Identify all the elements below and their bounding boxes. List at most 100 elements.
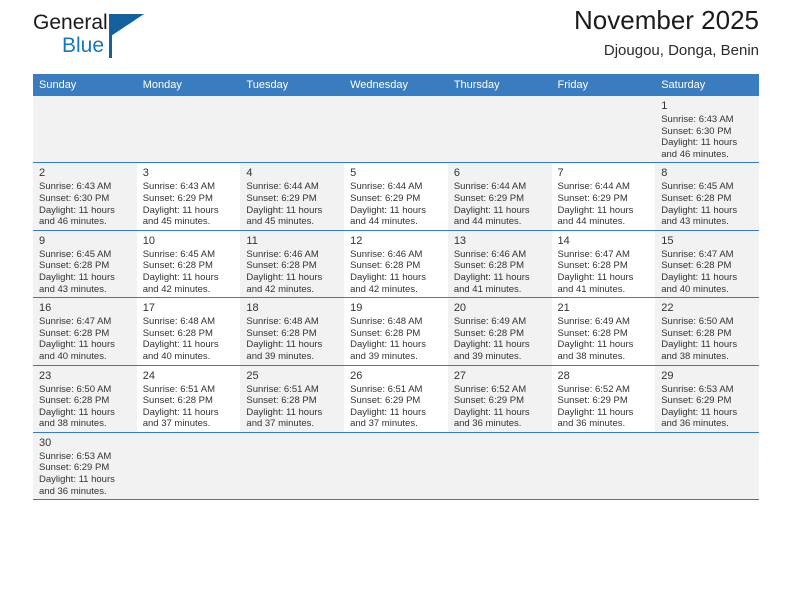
calendar-week-row: 30 Sunrise: 6:53 AM Sunset: 6:29 PM Dayligh… [33,432,759,501]
day-cell[interactable]: 29 Sunrise: 6:53 AM Sunset: 6:29 PM Dayligh… [655,365,759,432]
day-cell[interactable]: 3 Sunrise: 6:43 AM Sunset: 6:29 PM Daylight… [137,163,241,229]
sunrise-text: Sunrise: 6:46 AM [453,248,527,260]
daylight-text-line1: Daylight: 11 hours [142,339,219,351]
day-cell[interactable]: 7 Sunrise: 6:44 AM Sunset: 6:29 PM Daylight… [552,163,656,229]
day-cell[interactable]: 5 Sunrise: 6:44 AM Sunset: 6:29 PM Daylight… [344,163,448,229]
day-cell[interactable]: 30 Sunrise: 6:53 AM Sunset: 6:29 PM Dayligh… [33,432,137,500]
daylight-text-line2: and 41 minutes. [453,283,522,295]
day-cell[interactable]: 6 Sunrise: 6:44 AM Sunset: 6:29 PM Daylight… [447,163,552,230]
day-cell[interactable]: 16 Sunrise: 6:47 AM Sunset: 6:28 PM Dayligh… [33,298,137,365]
daylight-text-line2: and 39 minutes. [453,350,522,362]
day-cell[interactable]: 27 Sunrise: 6:52 AM Sunset: 6:29 PM Dayligh… [447,365,552,432]
calendar-header-row: Sunday Monday Tuesday Wednesday Thursday Frid… [33,74,759,96]
day-cell[interactable]: 4 Sunrise: 6:44 AM Sunset: 6:29 PM Daylight… [240,163,345,230]
sunrise-text: Sunrise: 6:45 AM [142,248,216,260]
calendar-cell [447,96,552,164]
day-number: 20 [453,302,467,315]
day-number: 9 [39,234,46,247]
calendar-week-row: 23 Sunrise: 6:50 AM Sunset: 6:28 PM Dayligh… [33,365,759,433]
daylight-text-line1: Daylight: 11 hours [557,339,634,351]
day-cell[interactable]: 24 Sunrise: 6:51 AM Sunset: 6:28 PM Dayligh… [137,366,241,432]
day-cell[interactable]: 14 Sunrise: 6:47 AM Sunset: 6:28 PM Dayligh… [552,231,656,297]
daylight-text-line2: and 40 minutes. [39,350,107,362]
daylight-text-line2: and 36 minutes. [39,485,107,497]
day-number: 14 [557,234,570,247]
day-sun-info: Sunrise: 6:45 AM Sunset: 6:28 PM Daylight:… [661,181,753,227]
day-cell[interactable]: 10 Sunrise: 6:45 AM Sunset: 6:28 PM Dayligh… [137,231,241,297]
day-cell[interactable]: 20 Sunrise: 6:49 AM Sunset: 6:28 PM Dayligh… [447,298,552,365]
daylight-text-line1: Daylight: 11 hours [39,474,115,486]
calendar-cell: 21 Sunrise: 6:49 AM Sunset: 6:28 PM Dayligh… [551,297,656,366]
day-number: 19 [350,302,363,315]
day-cell[interactable]: 1 Sunrise: 6:43 AM Sunset: 6:30 PM Daylight… [655,96,759,163]
calendar-week-row: 9 Sunrise: 6:45 AM Sunset: 6:28 PM Daylight… [33,230,759,299]
day-number: 25 [246,369,259,382]
day-number: 27 [453,369,467,382]
day-cell[interactable]: 9 Sunrise: 6:45 AM Sunset: 6:28 PM Daylight… [33,230,137,298]
sunrise-text: Sunrise: 6:52 AM [557,383,630,395]
day-cell[interactable]: 23 Sunrise: 6:50 AM Sunset: 6:28 PM Dayligh… [33,365,137,432]
day-cell[interactable]: 17 Sunrise: 6:48 AM Sunset: 6:28 PM Dayligh… [137,298,241,364]
day-cell[interactable]: 11 Sunrise: 6:46 AM Sunset: 6:28 PM Dayligh… [240,230,345,298]
sunset-text: Sunset: 6:29 PM [453,192,525,204]
sunset-text: Sunset: 6:28 PM [453,327,525,339]
weekday-header-saturday: Saturday [655,74,759,96]
day-sun-info: Sunrise: 6:46 AM Sunset: 6:28 PM Daylight:… [246,249,338,295]
calendar-cell: 22 Sunrise: 6:50 AM Sunset: 6:28 PM Dayligh… [655,297,759,366]
day-cell[interactable]: 2 Sunrise: 6:43 AM Sunset: 6:30 PM Daylight… [33,163,137,230]
day-number: 15 [661,234,674,247]
day-cell[interactable]: 18 Sunrise: 6:48 AM Sunset: 6:28 PM Dayligh… [240,298,345,365]
general-blue-logo[interactable]: General Blue [33,12,183,64]
calendar-cell: 30 Sunrise: 6:53 AM Sunset: 6:29 PM Dayligh… [33,432,137,501]
day-number: 17 [142,302,155,315]
day-number: 16 [39,302,52,315]
day-cell[interactable]: 19 Sunrise: 6:48 AM Sunset: 6:28 PM Dayligh… [344,298,448,364]
day-cell[interactable]: 28 Sunrise: 6:52 AM Sunset: 6:29 PM Dayligh… [552,366,656,432]
day-sun-info: Sunrise: 6:53 AM Sunset: 6:29 PM Daylight:… [39,451,131,497]
sunrise-text: Sunrise: 6:48 AM [142,316,216,328]
day-cell[interactable]: 12 Sunrise: 6:46 AM Sunset: 6:28 PM Dayligh… [344,231,448,297]
day-number: 10 [142,234,155,247]
day-sun-info: Sunrise: 6:44 AM Sunset: 6:29 PM Daylight:… [454,181,546,227]
daylight-text-line1: Daylight: 11 hours [661,204,738,216]
daylight-text-line2: and 36 minutes. [453,418,522,430]
day-cell[interactable]: 21 Sunrise: 6:49 AM Sunset: 6:28 PM Dayligh… [552,298,656,364]
sunset-text: Sunset: 6:28 PM [246,327,317,339]
calendar-cell: 12 Sunrise: 6:46 AM Sunset: 6:28 PM Dayligh… [344,230,448,299]
daylight-text-line1: Daylight: 11 hours [557,204,634,216]
day-number: 5 [350,167,357,180]
daylight-text-line2: and 38 minutes. [661,350,729,362]
day-cell[interactable]: 22 Sunrise: 6:50 AM Sunset: 6:28 PM Dayligh… [655,298,759,365]
sunrise-text: Sunrise: 6:53 AM [661,383,734,395]
weekday-header-thursday: Thursday [447,74,552,96]
daylight-text-line2: and 43 minutes. [39,283,107,295]
empty-day-cell [136,96,241,163]
weekday-header-sunday: Sunday [33,74,137,96]
day-number: 21 [557,302,570,315]
day-number: 26 [350,369,363,382]
sunset-text: Sunset: 6:29 PM [350,192,421,204]
daylight-text-line1: Daylight: 11 hours [350,271,426,283]
sunrise-text: Sunrise: 6:46 AM [246,248,319,260]
sunrise-text: Sunrise: 6:43 AM [39,181,112,193]
day-number: 30 [39,436,52,449]
day-cell[interactable]: 15 Sunrise: 6:47 AM Sunset: 6:28 PM Dayligh… [655,230,759,298]
flag-triangle-icon [111,14,144,36]
daylight-text-line1: Daylight: 11 hours [246,204,323,216]
sunset-text: Sunset: 6:29 PM [557,192,628,204]
sunset-text: Sunset: 6:29 PM [661,395,732,407]
day-cell[interactable]: 13 Sunrise: 6:46 AM Sunset: 6:28 PM Dayligh… [447,230,552,298]
sunset-text: Sunset: 6:28 PM [453,260,525,272]
sunrise-text: Sunrise: 6:44 AM [557,181,630,193]
day-cell[interactable]: 8 Sunrise: 6:45 AM Sunset: 6:28 PM Daylight… [655,163,759,230]
day-sun-info: Sunrise: 6:51 AM Sunset: 6:28 PM Daylight:… [246,384,338,430]
daylight-text-line2: and 40 minutes. [661,283,729,295]
day-sun-info: Sunrise: 6:47 AM Sunset: 6:28 PM Daylight:… [558,249,650,295]
day-cell[interactable]: 25 Sunrise: 6:51 AM Sunset: 6:28 PM Dayligh… [240,365,345,432]
calendar-cell: 6 Sunrise: 6:44 AM Sunset: 6:29 PM Daylight… [447,162,552,231]
weekday-header-monday: Monday [136,74,241,96]
day-cell[interactable]: 26 Sunrise: 6:51 AM Sunset: 6:29 PM Dayligh… [344,366,448,432]
daylight-text-line1: Daylight: 11 hours [350,406,426,418]
daylight-text-line1: Daylight: 11 hours [246,271,323,283]
calendar-page: General Blue November 2025 Djougou, Dong… [0,0,792,612]
